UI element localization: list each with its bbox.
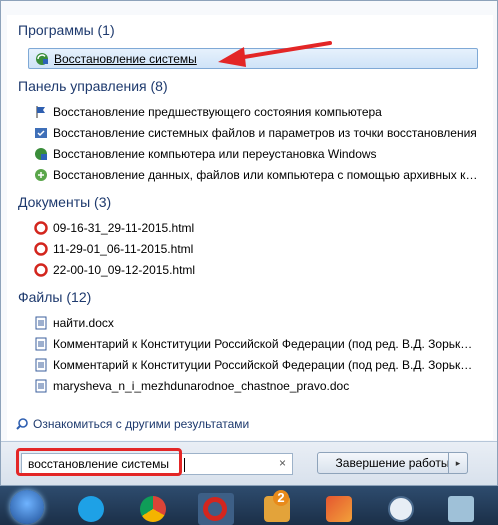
group-title-programs: Программы (1) — [18, 22, 115, 38]
backup-icon — [35, 168, 47, 181]
result-label: Комментарий к Конституции Российской Фед… — [53, 357, 478, 372]
word-doc-icon — [35, 358, 47, 371]
word-doc-icon — [35, 379, 47, 392]
shutdown-button[interactable]: Завершение работы — [317, 452, 468, 474]
system-files-icon — [35, 127, 47, 138]
clear-icon[interactable]: × — [279, 456, 286, 470]
result-file-4[interactable]: marysheva_n_i_mezhdunarodnoe_chastnoe_pr… — [28, 375, 478, 396]
result-doc-3[interactable]: 22-00-10_09-12-2015.html — [28, 259, 478, 280]
word-doc-icon — [35, 337, 47, 350]
opera-icon — [34, 241, 48, 256]
result-file-3[interactable]: Комментарий к Конституции Российской Фед… — [28, 354, 478, 375]
result-label: найти.docx — [53, 315, 114, 330]
result-label: Восстановление предшествующего состояния… — [53, 104, 382, 119]
text-caret — [184, 458, 185, 472]
notification-badge: 2 — [273, 490, 289, 506]
result-cp-2[interactable]: Восстановление системных файлов и параме… — [28, 122, 478, 143]
ccleaner-icon[interactable] — [326, 496, 352, 522]
shutdown-label: Завершение работы — [335, 456, 450, 470]
start-button[interactable] — [10, 490, 44, 524]
window-app-icon[interactable] — [448, 496, 474, 522]
search-highlight — [16, 448, 182, 476]
result-label: 09-16-31_29-11-2015.html — [53, 220, 195, 235]
app-circle-icon[interactable] — [388, 496, 414, 522]
restore-computer-icon — [35, 147, 47, 160]
result-label: 22-00-10_09-12-2015.html — [53, 262, 196, 277]
search-icon — [16, 418, 28, 430]
chrome-icon[interactable] — [140, 496, 166, 522]
opera-icon — [34, 262, 48, 277]
taskbar — [0, 486, 498, 525]
word-doc-icon — [35, 316, 47, 329]
group-title-control-panel: Панель управления (8) — [18, 78, 168, 94]
result-cp-3[interactable]: Восстановление компьютера или переустано… — [28, 143, 478, 164]
flag-icon — [36, 105, 45, 118]
see-more-label: Ознакомиться с другими результатами — [33, 417, 250, 431]
search-results: Программы (1) Восстановление системы Пан… — [7, 15, 493, 440]
shutdown-options-button[interactable]: ▸ — [448, 452, 468, 474]
result-system-restore[interactable]: Восстановление системы — [28, 48, 478, 69]
result-cp-4[interactable]: Восстановление данных, файлов или компью… — [28, 164, 478, 185]
skype-icon[interactable] — [78, 496, 104, 522]
result-label: Комментарий к Конституции Российской Фед… — [53, 336, 478, 351]
see-more-results[interactable]: Ознакомиться с другими результатами — [15, 417, 249, 431]
group-title-documents: Документы (3) — [18, 194, 112, 210]
result-label: marysheva_n_i_mezhdunarodnoe_chastnoe_pr… — [53, 378, 350, 393]
result-label: 11-29-01_06-11-2015.html — [53, 241, 194, 256]
result-doc-1[interactable]: 09-16-31_29-11-2015.html — [28, 217, 478, 238]
result-label: Восстановление системных файлов и параме… — [53, 125, 477, 140]
system-restore-icon — [36, 52, 48, 65]
opera-icon — [34, 220, 48, 235]
opera-taskbar-icon[interactable] — [203, 497, 227, 521]
result-cp-1[interactable]: Восстановление предшествующего состояния… — [28, 101, 478, 122]
result-file-2[interactable]: Комментарий к Конституции Российской Фед… — [28, 333, 478, 354]
result-label: Восстановление данных, файлов или компью… — [53, 167, 478, 182]
result-doc-2[interactable]: 11-29-01_06-11-2015.html — [28, 238, 478, 259]
result-label: Восстановление системы — [54, 51, 197, 66]
chevron-right-icon: ▸ — [455, 457, 461, 468]
result-file-1[interactable]: найти.docx — [28, 312, 478, 333]
group-title-files: Файлы (12) — [18, 289, 92, 305]
result-label: Восстановление компьютера или переустано… — [53, 146, 377, 161]
start-menu: Программы (1) Восстановление системы Пан… — [0, 0, 498, 486]
